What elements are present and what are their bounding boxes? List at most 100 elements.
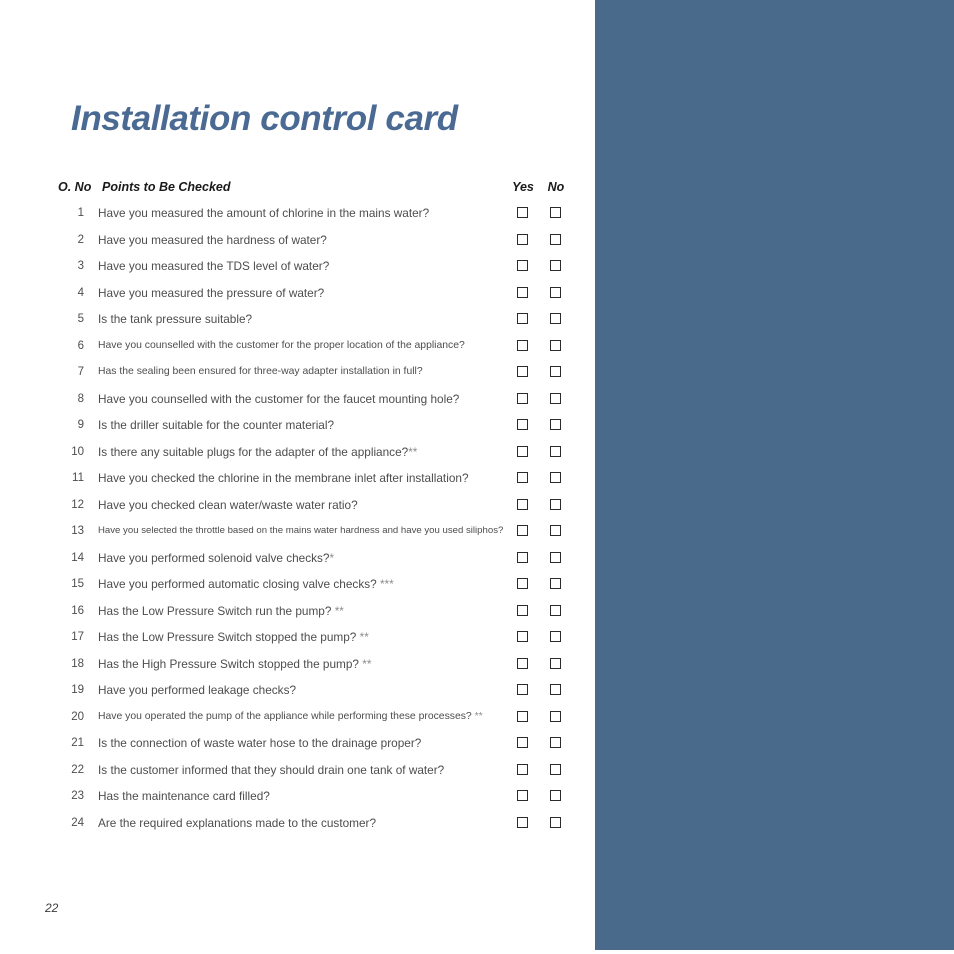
table-row: 16 Has the Low Pressure Switch run the pu… [58, 600, 568, 627]
row-number: 24 [71, 816, 84, 829]
checkbox-no[interactable] [550, 498, 561, 510]
checkbox-yes[interactable] [517, 233, 528, 245]
checkbox-no[interactable] [550, 472, 561, 483]
table-row: 22 Is the customer informed that they sho… [58, 759, 568, 786]
footnote-reference-marker: ** [408, 444, 418, 459]
row-question-text: Have you performed solenoid valve checks… [98, 550, 335, 565]
checkbox-yes[interactable] [517, 657, 528, 669]
row-number: 14 [71, 551, 84, 564]
row-question-text: Have you measured the hardness of water? [98, 232, 327, 247]
table-row: 3 Have you measured the TDS level of wate… [58, 255, 568, 282]
checkbox-yes[interactable] [517, 472, 528, 483]
table-row: 20 Have you operated the pump of the appl… [58, 706, 568, 733]
header-points-to-be-checked: Points to Be Checked [102, 180, 231, 194]
row-number: 21 [71, 737, 84, 749]
row-number: 2 [77, 233, 84, 246]
checkbox-yes[interactable] [517, 419, 528, 430]
checkbox-no[interactable] [550, 763, 561, 775]
footnote-reference-marker: ** [356, 630, 369, 644]
checkbox-no[interactable] [550, 260, 561, 271]
checkbox-no[interactable] [550, 737, 561, 748]
checkbox-yes[interactable] [517, 816, 528, 828]
checkbox-yes[interactable] [517, 790, 528, 801]
row-number: 9 [77, 419, 84, 431]
checklist-rows: 1 Have you measured the amount of chlorin… [58, 202, 568, 838]
checkbox-yes[interactable] [517, 286, 528, 298]
checkbox-no[interactable] [550, 578, 561, 589]
checkbox-yes[interactable] [517, 710, 528, 722]
row-question-text: Has the Low Pressure Switch run the pump… [98, 603, 344, 618]
row-question-text: Have you measured the pressure of water? [98, 285, 325, 300]
checkbox-yes[interactable] [517, 631, 528, 642]
row-number: 15 [71, 578, 84, 590]
row-question-text: Have you measured the amount of chlorine… [98, 206, 430, 220]
row-question-text: Have you counselled with the customer fo… [98, 391, 460, 406]
table-row: 17 Has the Low Pressure Switch stopped th… [58, 626, 568, 653]
row-number: 11 [72, 472, 84, 484]
table-row: 4 Have you measured the pressure of water… [58, 282, 568, 309]
checkbox-yes[interactable] [517, 392, 528, 404]
table-row: 14 Have you performed solenoid valve chec… [58, 547, 568, 574]
checkbox-yes[interactable] [517, 445, 528, 457]
checkbox-yes[interactable] [517, 498, 528, 510]
row-number: 22 [71, 763, 84, 776]
row-question-text: Has the High Pressure Switch stopped the… [98, 656, 372, 671]
footnote-reference-marker: ** [471, 710, 483, 722]
checkbox-no[interactable] [550, 233, 561, 245]
checkbox-no[interactable] [550, 392, 561, 404]
checkbox-no[interactable] [550, 631, 561, 642]
checkbox-yes[interactable] [517, 260, 528, 271]
checkbox-yes[interactable] [517, 207, 528, 218]
row-number: 4 [77, 286, 84, 299]
table-row: 18 Has the High Pressure Switch stopped t… [58, 653, 568, 680]
checkbox-no[interactable] [550, 366, 561, 377]
checkbox-no[interactable] [550, 551, 561, 563]
row-number: 7 [77, 366, 84, 378]
checkbox-no[interactable] [550, 710, 561, 722]
table-row: 23 Has the maintenance card filled? [58, 785, 568, 812]
header-order-no: O. No [58, 180, 92, 194]
checkbox-no[interactable] [550, 604, 561, 616]
row-number: 6 [77, 339, 84, 352]
table-row: 9 Is the driller suitable for the counter… [58, 414, 568, 441]
row-question-text: Have you checked clean water/waste water… [98, 497, 358, 512]
row-question-text: Have you operated the pump of the applia… [98, 710, 483, 722]
row-number: 19 [71, 684, 84, 696]
checkbox-no[interactable] [550, 657, 561, 669]
checkbox-no[interactable] [550, 445, 561, 457]
checkbox-no[interactable] [550, 339, 561, 351]
row-number: 23 [71, 790, 84, 802]
checkbox-yes[interactable] [517, 763, 528, 775]
checkbox-no[interactable] [550, 207, 561, 218]
checkbox-yes[interactable] [517, 684, 528, 695]
footnote-reference-marker: ** [358, 656, 372, 671]
row-number: 1 [77, 207, 84, 219]
checkbox-no[interactable] [550, 790, 561, 801]
row-number: 10 [71, 445, 84, 458]
checkbox-no[interactable] [550, 816, 561, 828]
checkbox-yes[interactable] [517, 313, 528, 324]
table-row: 10 Is there any suitable plugs for the ad… [58, 441, 568, 468]
footnote-reference-marker: *** [376, 577, 394, 591]
table-row: 5 Is the tank pressure suitable? [58, 308, 568, 335]
table-header-row: O. No Points to Be Checked Yes No [58, 180, 568, 202]
checkbox-yes[interactable] [517, 525, 528, 536]
table-row: 7 Has the sealing been ensured for three-… [58, 361, 568, 388]
checkbox-no[interactable] [550, 684, 561, 695]
table-row: 24 Are the required explanations made to … [58, 812, 568, 839]
row-question-text: Is the driller suitable for the counter … [98, 418, 335, 432]
row-question-text: Is there any suitable plugs for the adap… [98, 444, 418, 459]
checkbox-yes[interactable] [517, 551, 528, 563]
row-question-text: Is the tank pressure suitable? [98, 312, 253, 326]
checkbox-no[interactable] [550, 286, 561, 298]
checkbox-yes[interactable] [517, 737, 528, 748]
checkbox-yes[interactable] [517, 604, 528, 616]
checkbox-yes[interactable] [517, 366, 528, 377]
checkbox-no[interactable] [550, 525, 561, 536]
checkbox-yes[interactable] [517, 578, 528, 589]
table-row: 2 Have you measured the hardness of water… [58, 229, 568, 256]
checkbox-no[interactable] [550, 419, 561, 430]
row-question-text: Have you selected the throttle based on … [98, 525, 504, 536]
checkbox-yes[interactable] [517, 339, 528, 351]
checkbox-no[interactable] [550, 313, 561, 324]
